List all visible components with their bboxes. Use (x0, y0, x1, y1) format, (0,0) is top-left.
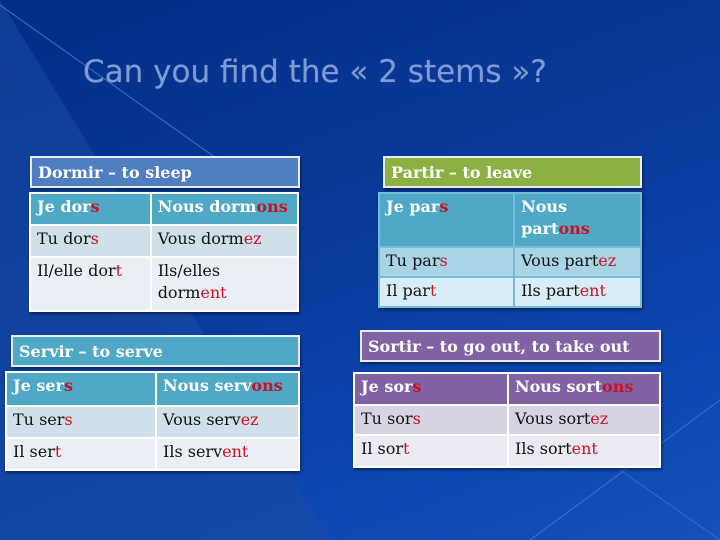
servir-nous-cell: Nous servons (155, 371, 300, 407)
stem: Je ser (13, 376, 64, 395)
ending: t (54, 442, 62, 461)
sortir-tu-cell: Tu sors (353, 404, 509, 436)
table-row: Tu pars Vous partez (377, 246, 642, 278)
dormir-tu-cell: Tu dors (29, 224, 152, 258)
ending: s (439, 251, 448, 270)
dormir-nous-cell: Nous dormons (149, 192, 300, 226)
dormir-ils-cell: Ils/elles dorment (149, 256, 300, 312)
slide-title: Can you find the « 2 stems »? (83, 54, 547, 90)
stem: Nous sort (515, 377, 603, 396)
stem: Ils sort (515, 439, 572, 458)
sortir-nous-cell: Nous sortons (507, 372, 661, 406)
ending: t (115, 261, 123, 280)
table-row: Je dors Nous dormons (29, 192, 300, 226)
ending: s (90, 197, 100, 216)
dormir-vous-cell: Vous dormez (149, 224, 300, 258)
stem: Vous serv (163, 410, 241, 429)
ending: t (403, 439, 410, 458)
ending: ez (590, 409, 609, 428)
stem: Je dor (37, 197, 91, 216)
stem: Il/elle dor (37, 261, 116, 280)
stem: Tu sor (361, 409, 413, 428)
sortir-header: Sortir – to go out, to take out (360, 330, 661, 362)
servir-vous-cell: Vous servez (155, 405, 300, 439)
partir-vous-cell: Vous partez (513, 246, 642, 278)
stem: Tu par (386, 251, 440, 270)
ending: s (412, 377, 422, 396)
ending: ez (598, 251, 617, 270)
stem: Nous dorm (157, 197, 257, 216)
ending: s (63, 376, 73, 395)
table-row: Tu sers Vous servez (5, 405, 300, 439)
servir-je-cell: Je sers (5, 371, 157, 407)
partir-ils-cell: Ils partent (513, 276, 642, 308)
sortir-vous-cell: Vous sortez (507, 404, 661, 436)
servir-il-cell: Il sert (5, 437, 157, 471)
servir-header: Servir – to serve (11, 335, 300, 367)
ending: ons (256, 197, 288, 216)
ending: s (64, 410, 73, 429)
ending: ent (200, 283, 227, 302)
servir-tu-cell: Tu sers (5, 405, 157, 439)
stem: Nous serv (163, 376, 252, 395)
table-row: Je pars Nous partons (377, 192, 642, 248)
dormir-table: Je dors Nous dormons Tu dors Vous dormez… (29, 192, 300, 312)
partir-header: Partir – to leave (383, 156, 642, 188)
ending: ons (558, 219, 590, 238)
ending: ons (251, 376, 283, 395)
ending: ent (579, 281, 606, 300)
stem: Je par (386, 197, 440, 216)
stem: Tu ser (13, 410, 65, 429)
sortir-il-cell: Il sort (353, 434, 509, 468)
ending: t (429, 281, 437, 300)
table-row: Je sers Nous servons (5, 371, 300, 407)
ending: ent (571, 439, 598, 458)
table-row: Il sort Ils sortent (353, 434, 661, 468)
table-row: Je sors Nous sortons (353, 372, 661, 406)
sortir-ils-cell: Ils sortent (507, 434, 661, 468)
table-row: Tu dors Vous dormez (29, 224, 300, 258)
table-row: Tu sors Vous sortez (353, 404, 661, 436)
sortir-je-cell: Je sors (353, 372, 509, 406)
ending: s (90, 229, 99, 248)
dormir-il-cell: Il/elle dort (29, 256, 152, 312)
table-row: Il/elle dort Ils/elles dorment (29, 256, 300, 312)
stem: Vous dorm (157, 229, 244, 248)
servir-ils-cell: Ils servent (155, 437, 300, 471)
stem: Il ser (13, 442, 55, 461)
stem: Je sor (361, 377, 413, 396)
stem: Vous sort (515, 409, 591, 428)
partir-tu-cell: Tu pars (377, 246, 516, 278)
partir-table: Je pars Nous partons Tu pars Vous partez… (377, 192, 642, 308)
dormir-je-cell: Je dors (29, 192, 152, 226)
ending: s (439, 197, 449, 216)
dormir-header: Dormir – to sleep (30, 156, 300, 188)
stem: Ils part (521, 281, 580, 300)
servir-table: Je sers Nous servons Tu sers Vous servez… (5, 371, 300, 471)
stem: Ils serv (163, 442, 223, 461)
ending: ez (243, 229, 262, 248)
ending: ent (222, 442, 249, 461)
stem: Il sor (361, 439, 404, 458)
partir-je-cell: Je pars (377, 192, 516, 248)
table-row: Il part Ils partent (377, 276, 642, 308)
ending: s (412, 409, 421, 428)
ending: ons (602, 377, 634, 396)
partir-nous-cell: Nous partons (513, 192, 642, 248)
stem: Il par (386, 281, 430, 300)
stem: Vous part (521, 251, 599, 270)
sortir-table: Je sors Nous sortons Tu sors Vous sortez… (353, 372, 661, 468)
partir-il-cell: Il part (377, 276, 516, 308)
table-row: Il sert Ils servent (5, 437, 300, 471)
ending: ez (240, 410, 259, 429)
stem: Tu dor (37, 229, 91, 248)
